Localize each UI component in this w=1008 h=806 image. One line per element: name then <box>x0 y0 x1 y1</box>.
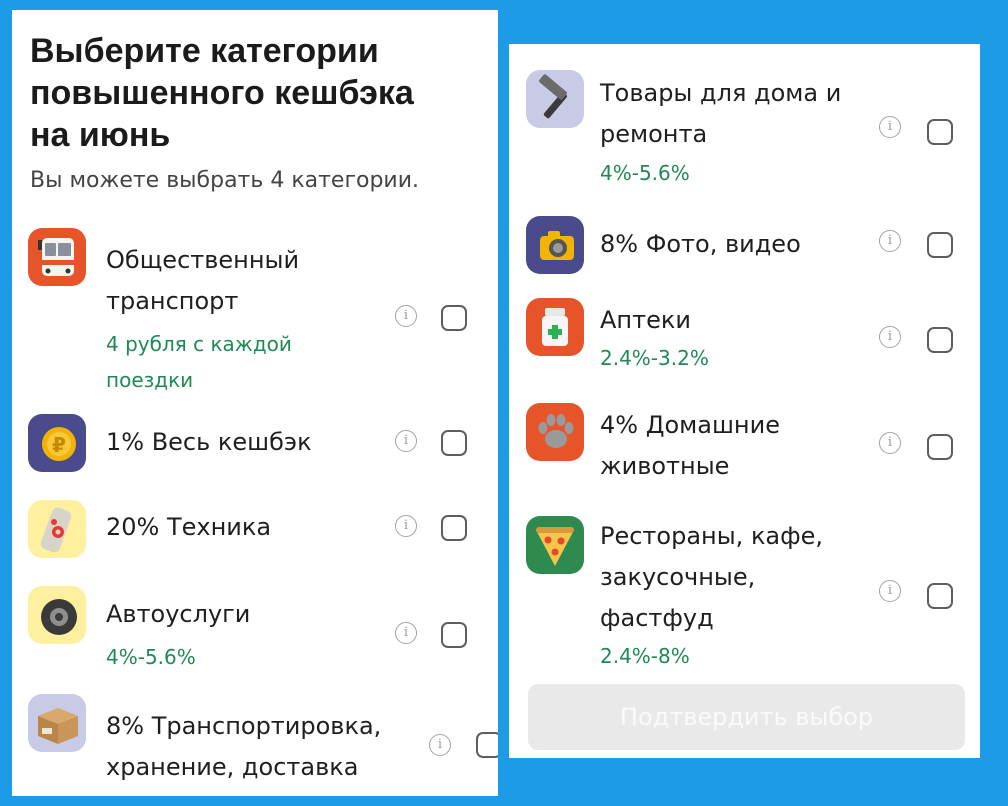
category-label: Автоуслуги <box>106 600 251 628</box>
title-line-3: на июнь <box>30 116 171 154</box>
title-line-1: Выберите категории <box>30 32 379 70</box>
remote-control-icon <box>28 500 86 558</box>
category-checkbox[interactable] <box>476 732 498 758</box>
category-item-public-transport[interactable]: Общественный транспорт 4 рубля с каждой … <box>12 224 498 394</box>
right-panel: Товары для дома и ремонта 4%-5.6% i 8% Ф… <box>509 44 980 758</box>
cashback-rate: 2.4%-3.2% <box>600 346 709 370</box>
category-label: Аптеки <box>600 306 691 334</box>
category-checkbox[interactable] <box>441 622 467 648</box>
hammer-icon <box>526 70 584 128</box>
category-label: 8% Фото, видео <box>600 230 801 258</box>
cashback-rate: 4%-5.6% <box>106 645 196 669</box>
category-item-delivery[interactable]: 8% Транспортировка, хранение, доставка i <box>12 692 498 796</box>
category-checkbox[interactable] <box>927 119 953 145</box>
category-checkbox[interactable] <box>441 515 467 541</box>
tire-icon <box>28 586 86 644</box>
paw-icon <box>526 403 584 461</box>
page-subtitle: Вы можете выбрать 4 категории. <box>30 168 420 193</box>
parcel-box-icon <box>28 694 86 752</box>
category-label: 20% Техника <box>106 513 272 541</box>
category-checkbox[interactable] <box>927 583 953 609</box>
info-icon[interactable]: i <box>879 326 901 348</box>
info-icon[interactable]: i <box>395 430 417 452</box>
pizza-icon <box>526 516 584 574</box>
category-item-pharmacy[interactable]: Аптеки 2.4%-3.2% i <box>509 294 980 384</box>
category-label: 1% Весь кешбэк <box>106 428 312 456</box>
category-item-electronics[interactable]: 20% Техника i <box>12 498 498 568</box>
cashback-rate: 4%-5.6% <box>600 161 690 185</box>
cashback-rate: 4 рубля с каждой поездки <box>106 332 292 392</box>
confirm-selection-button[interactable]: Подтвердить выбор <box>528 684 965 750</box>
info-icon[interactable]: i <box>429 734 451 756</box>
category-item-all-cashback[interactable]: ₽ 1% Весь кешбэк i <box>12 412 498 482</box>
category-item-photo-video[interactable]: 8% Фото, видео i <box>509 208 980 284</box>
category-label: 8% Транспортировка, хранение, доставка <box>106 712 382 781</box>
title-line-2: повышенного кешбэка <box>30 74 414 112</box>
category-item-restaurants[interactable]: Рестораны, кафе, закусочные, фастфуд 2.4… <box>509 512 980 672</box>
category-checkbox[interactable] <box>927 327 953 353</box>
ruble-coin-icon: ₽ <box>28 414 86 472</box>
category-label: Рестораны, кафе, закусочные, фастфуд <box>600 522 824 632</box>
svg-text:₽: ₽ <box>52 433 66 457</box>
category-item-pets[interactable]: 4% Домашние животные i <box>509 400 980 500</box>
category-item-auto-services[interactable]: Автоуслуги 4%-5.6% i <box>12 584 498 680</box>
info-icon[interactable]: i <box>879 230 901 252</box>
category-checkbox[interactable] <box>441 430 467 456</box>
medicine-bottle-icon <box>526 298 584 356</box>
info-icon[interactable]: i <box>395 305 417 327</box>
info-icon[interactable]: i <box>879 116 901 138</box>
category-item-home-goods[interactable]: Товары для дома и ремонта 4%-5.6% i <box>509 64 980 194</box>
info-icon[interactable]: i <box>395 622 417 644</box>
category-checkbox[interactable] <box>927 434 953 460</box>
bus-icon <box>28 228 86 286</box>
info-icon[interactable]: i <box>879 580 901 602</box>
category-checkbox[interactable] <box>927 232 953 258</box>
camera-icon <box>526 216 584 274</box>
category-label: Товары для дома и ремонта <box>600 79 842 148</box>
cashback-rate: 2.4%-8% <box>600 644 690 668</box>
info-icon[interactable]: i <box>879 432 901 454</box>
category-label: 4% Домашние животные <box>600 411 780 480</box>
info-icon[interactable]: i <box>395 515 417 537</box>
page-title: Выберите категории повышенного кешбэка н… <box>30 30 490 156</box>
category-checkbox[interactable] <box>441 305 467 331</box>
left-panel: Выберите категории повышенного кешбэка н… <box>12 10 498 796</box>
category-label: Общественный транспорт <box>106 246 300 315</box>
